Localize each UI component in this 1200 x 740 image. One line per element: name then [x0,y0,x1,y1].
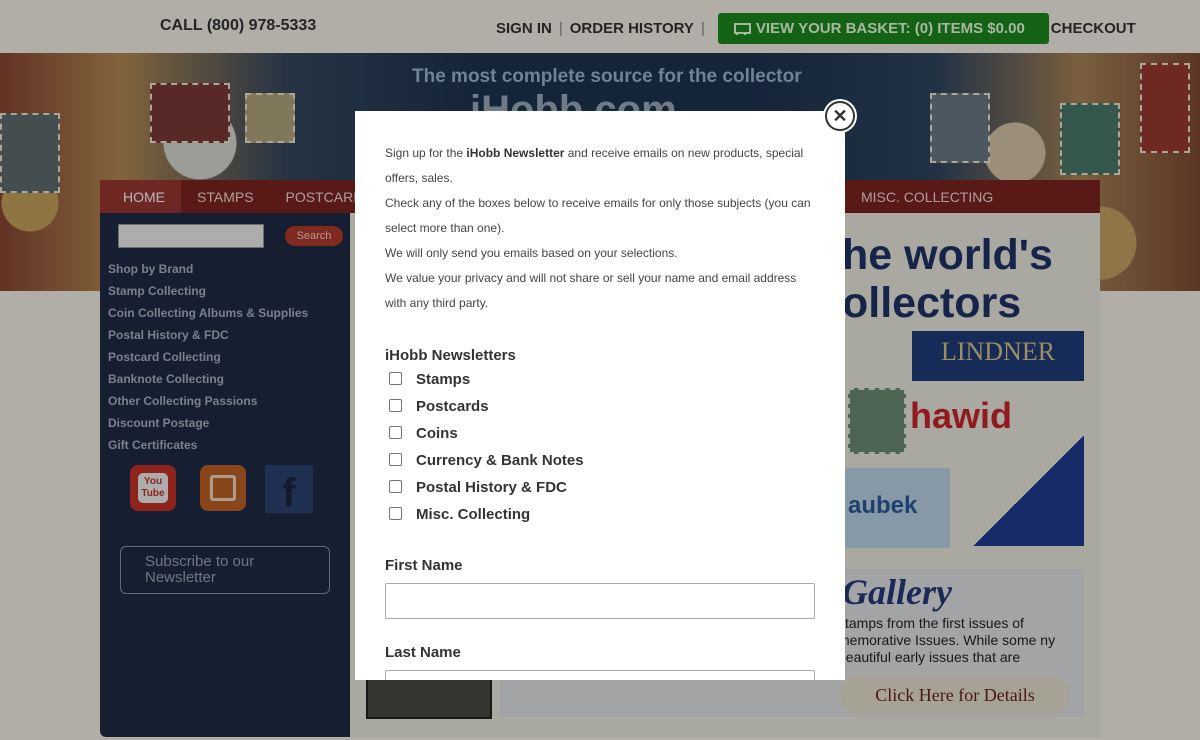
intro-paragraph: Sign up for the iHobb Newsletter and rec… [385,146,804,185]
checkbox-label[interactable]: Misc. Collecting [416,506,530,524]
coins-checkbox[interactable] [389,426,402,439]
newsletter-modal: Sign up for the iHobb Newsletter and rec… [355,111,845,680]
intro-selection-note: We will only send you emails based on yo… [385,246,678,260]
newsletters-heading: iHobb Newsletters [385,347,516,364]
last-name-field[interactable] [385,670,815,680]
newsletter-intro: Sign up for the iHobb Newsletter and rec… [385,141,815,316]
currency-checkbox[interactable] [389,453,402,466]
option-postcards[interactable]: Postcards [385,398,815,425]
checkbox-label[interactable]: Postal History & FDC [416,479,567,497]
option-postal-history[interactable]: Postal History & FDC [385,479,815,506]
option-stamps[interactable]: Stamps [385,371,815,398]
option-currency[interactable]: Currency & Bank Notes [385,452,815,479]
postcards-checkbox[interactable] [389,399,402,412]
stamps-checkbox[interactable] [389,372,402,385]
first-name-label: First Name [385,557,463,574]
last-name-label: Last Name [385,644,461,661]
postal-history-checkbox[interactable] [389,480,402,493]
intro-select-note: Check any of the boxes below to receive … [385,196,811,235]
option-coins[interactable]: Coins [385,425,815,452]
intro-privacy-note: We value your privacy and will not share… [385,271,797,310]
checkbox-label[interactable]: Currency & Bank Notes [416,452,584,470]
first-name-field[interactable] [385,583,815,619]
misc-collecting-checkbox[interactable] [389,507,402,520]
checkbox-label[interactable]: Postcards [416,398,489,416]
close-modal-button[interactable]: ✕ [825,101,855,131]
close-icon: ✕ [832,106,848,126]
newsletter-options: Stamps Postcards Coins Currency & Bank N… [385,371,815,533]
checkbox-label[interactable]: Coins [416,425,458,443]
newsletter-form: Sign up for the iHobb Newsletter and rec… [385,141,815,680]
checkbox-label[interactable]: Stamps [416,371,470,389]
option-misc-collecting[interactable]: Misc. Collecting [385,506,815,533]
